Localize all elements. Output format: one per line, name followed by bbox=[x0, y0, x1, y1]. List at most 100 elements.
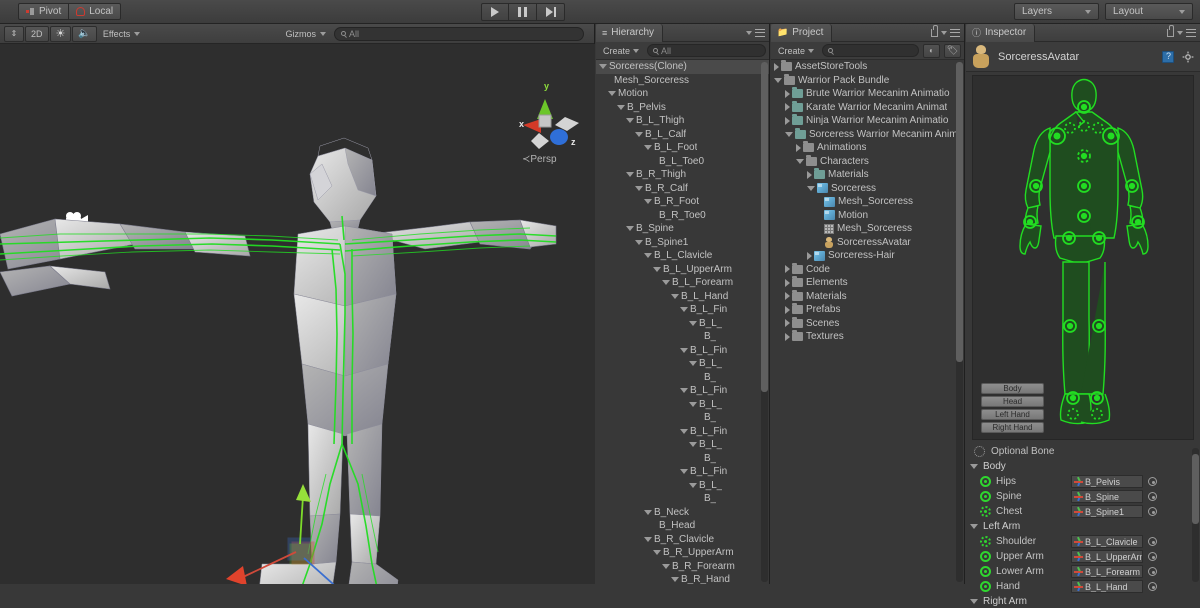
project-item[interactable]: AssetStoreTools bbox=[771, 60, 964, 74]
chevron-down-icon[interactable] bbox=[635, 240, 643, 245]
bone-assigned-dot-icon[interactable] bbox=[980, 491, 991, 502]
chevron-down-icon[interactable] bbox=[653, 550, 661, 555]
chevron-right-icon[interactable] bbox=[785, 279, 790, 287]
hierarchy-item[interactable]: B_Neck bbox=[596, 506, 769, 520]
chevron-down-icon[interactable] bbox=[680, 388, 688, 393]
bone-assigned-dot-icon[interactable] bbox=[980, 476, 991, 487]
bone-picker-button[interactable] bbox=[1148, 567, 1157, 576]
chevron-down-icon[interactable] bbox=[626, 172, 634, 177]
bone-picker-button[interactable] bbox=[1148, 552, 1157, 561]
chevron-down-icon[interactable] bbox=[807, 186, 815, 191]
pause-button[interactable] bbox=[509, 3, 537, 21]
hierarchy-item[interactable]: B_R_Calf bbox=[596, 182, 769, 196]
project-item[interactable]: Elements bbox=[771, 276, 964, 290]
hierarchy-item[interactable]: B_Head bbox=[596, 519, 769, 533]
toggle-audio-button[interactable]: 🔈 bbox=[72, 26, 96, 42]
chevron-down-icon[interactable] bbox=[662, 280, 670, 285]
chevron-down-icon[interactable] bbox=[662, 564, 670, 569]
hierarchy-item[interactable]: B_R_Hand bbox=[596, 573, 769, 584]
chevron-down-icon[interactable] bbox=[785, 132, 793, 137]
favorite-filter-button[interactable]: ◐ bbox=[923, 44, 940, 58]
bone-group-header[interactable]: Right Arm bbox=[966, 594, 1200, 608]
chevron-down-icon[interactable] bbox=[644, 199, 652, 204]
chevron-right-icon[interactable] bbox=[785, 103, 790, 111]
chevron-down-icon[interactable] bbox=[671, 294, 679, 299]
help-book-icon[interactable] bbox=[1162, 51, 1174, 63]
tab-hierarchy[interactable]: ≡ Hierarchy bbox=[596, 24, 663, 42]
play-button[interactable] bbox=[481, 3, 509, 21]
chevron-down-icon[interactable] bbox=[774, 78, 782, 83]
hierarchy-item[interactable]: B_L_Clavicle bbox=[596, 249, 769, 263]
chevron-down-icon[interactable] bbox=[599, 64, 607, 69]
chevron-right-icon[interactable] bbox=[807, 252, 812, 260]
chevron-right-icon[interactable] bbox=[785, 319, 790, 327]
hierarchy-item[interactable]: B_L_Fin bbox=[596, 384, 769, 398]
hierarchy-item[interactable]: B_L_ bbox=[596, 479, 769, 493]
hierarchy-item[interactable]: Sorceress(Clone) bbox=[596, 60, 769, 74]
effects-dropdown[interactable]: Effects bbox=[98, 26, 145, 42]
chevron-right-icon[interactable] bbox=[785, 333, 790, 341]
hierarchy-item[interactable]: B_L_ bbox=[596, 398, 769, 412]
bone-group-header[interactable]: Body bbox=[966, 459, 1200, 474]
projection-mode-label[interactable]: ≺Persp bbox=[522, 154, 557, 165]
hierarchy-item[interactable]: B_ bbox=[596, 330, 769, 344]
layout-dropdown[interactable]: Layout bbox=[1105, 3, 1193, 20]
layers-dropdown[interactable]: Layers bbox=[1014, 3, 1099, 20]
chevron-down-icon[interactable] bbox=[626, 118, 634, 123]
chevron-right-icon[interactable] bbox=[785, 90, 790, 98]
project-item[interactable]: Motion bbox=[771, 209, 964, 223]
hierarchy-item[interactable]: B_L_Hand bbox=[596, 290, 769, 304]
pivot-button[interactable]: Pivot bbox=[18, 3, 69, 20]
bone-list-scrollbar[interactable] bbox=[1192, 448, 1199, 582]
hierarchy-create-button[interactable]: Create bbox=[599, 44, 643, 58]
project-item[interactable]: Code bbox=[771, 263, 964, 277]
bone-mapping-row[interactable]: HipsB_Pelvis bbox=[966, 474, 1200, 489]
project-create-button[interactable]: Create bbox=[774, 44, 818, 58]
step-button[interactable] bbox=[537, 3, 565, 21]
project-item[interactable]: Materials bbox=[771, 168, 964, 182]
project-scrollbar[interactable] bbox=[956, 62, 963, 582]
hierarchy-item[interactable]: B_L_Fin bbox=[596, 425, 769, 439]
scene-axis-gizmo[interactable]: x y z bbox=[505, 79, 585, 164]
chevron-down-icon[interactable] bbox=[653, 267, 661, 272]
hierarchy-item[interactable]: B_ bbox=[596, 411, 769, 425]
chevron-down-icon[interactable] bbox=[970, 464, 978, 469]
chevron-down-icon[interactable] bbox=[970, 524, 978, 529]
hierarchy-item[interactable]: B_L_Forearm bbox=[596, 276, 769, 290]
hierarchy-item[interactable]: B_R_Forearm bbox=[596, 560, 769, 574]
hierarchy-item[interactable]: B_R_Clavicle bbox=[596, 533, 769, 547]
project-tab-menu[interactable] bbox=[931, 29, 964, 37]
body-part-right-hand[interactable]: Right Hand bbox=[981, 422, 1044, 433]
bone-picker-button[interactable] bbox=[1148, 537, 1157, 546]
chevron-down-icon[interactable] bbox=[644, 510, 652, 515]
hierarchy-item[interactable]: B_ bbox=[596, 371, 769, 385]
bone-optional-dot-icon[interactable] bbox=[980, 536, 991, 547]
project-item[interactable]: Characters bbox=[771, 155, 964, 169]
hierarchy-item[interactable]: B_R_Toe0 bbox=[596, 209, 769, 223]
hierarchy-item[interactable]: B_L_ bbox=[596, 317, 769, 331]
toggle-2d-button[interactable]: 2D bbox=[25, 26, 49, 42]
body-part-body[interactable]: Body bbox=[981, 383, 1044, 394]
project-search-input[interactable] bbox=[822, 44, 919, 57]
chevron-right-icon[interactable] bbox=[785, 265, 790, 273]
project-item[interactable]: Warrior Pack Bundle bbox=[771, 74, 964, 88]
hierarchy-item[interactable]: B_Spine bbox=[596, 222, 769, 236]
chevron-down-icon[interactable] bbox=[680, 429, 688, 434]
hierarchy-item[interactable]: Mesh_Sorceress bbox=[596, 74, 769, 88]
hierarchy-item[interactable]: B_L_UpperArm bbox=[596, 263, 769, 277]
hierarchy-item[interactable]: B_L_Thigh bbox=[596, 114, 769, 128]
chevron-down-icon[interactable] bbox=[644, 145, 652, 150]
chevron-down-icon[interactable] bbox=[970, 599, 978, 604]
inspector-tab-menu[interactable] bbox=[1167, 29, 1200, 37]
chevron-down-icon[interactable] bbox=[617, 105, 625, 110]
body-part-left-hand[interactable]: Left Hand bbox=[981, 409, 1044, 420]
bone-assigned-dot-icon[interactable] bbox=[980, 566, 991, 577]
bone-object-field[interactable]: B_L_Forearm bbox=[1071, 565, 1143, 578]
tab-project[interactable]: 📁 Project bbox=[771, 24, 832, 42]
hierarchy-item[interactable]: B_R_UpperArm bbox=[596, 546, 769, 560]
chevron-down-icon[interactable] bbox=[635, 186, 643, 191]
chevron-down-icon[interactable] bbox=[644, 537, 652, 542]
chevron-down-icon[interactable] bbox=[796, 159, 804, 164]
body-part-head[interactable]: Head bbox=[981, 396, 1044, 407]
hierarchy-item[interactable]: B_Pelvis bbox=[596, 101, 769, 115]
